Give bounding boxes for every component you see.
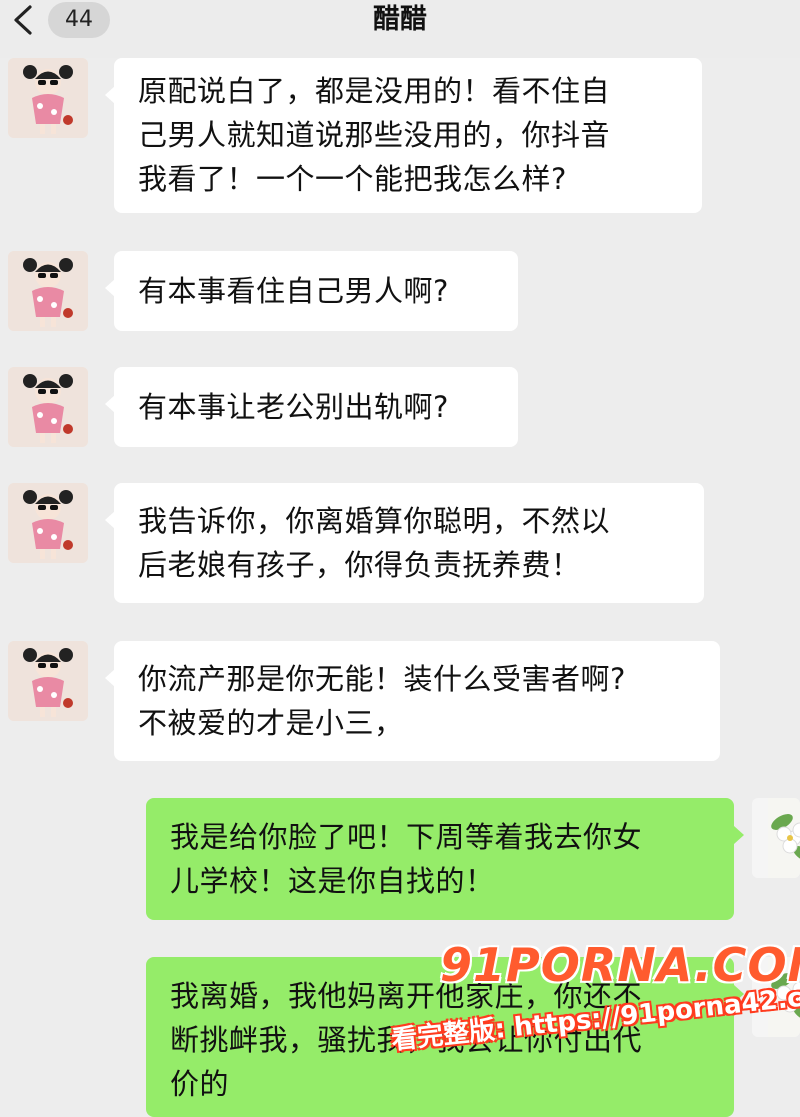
message-line: 价的 [170,1067,230,1101]
message-bubble-outgoing[interactable]: 我是给你脸了吧！下周等着我去你女 儿学校！这是你自找的！ [146,798,744,920]
message-line: 有本事让老公别出轨啊? [138,390,449,424]
contact-avatar[interactable] [8,58,88,138]
cartoon-girl-icon [8,251,88,331]
message-line: 你流产那是你无能！装什么受害者啊? [138,662,626,696]
message-line: 儿学校！这是你自找的！ [170,864,495,898]
message-bubble-incoming[interactable]: 我告诉你，你离婚算你聪明，不然以 后老娘有孩子，你得负责抚养费！ [105,483,704,603]
cartoon-girl-icon [8,641,88,721]
message-bubble-incoming[interactable]: 原配说白了，都是没用的！看不住自 己男人就知道说那些没用的，你抖音 我看了！一个… [105,58,702,213]
contact-avatar[interactable] [8,367,88,447]
message-line: 我看了！一个一个能把我怎么样? [138,162,567,196]
my-avatar[interactable] [752,798,800,878]
message-line: 后老娘有孩子，你得负责抚养费！ [138,548,581,582]
flower-icon [768,957,800,1037]
message-line: 己男人就知道说那些没用的，你抖音 [138,118,611,152]
contact-avatar[interactable] [8,641,88,721]
contact-avatar[interactable] [8,483,88,563]
message-line: 有本事看住自己男人啊? [138,274,449,308]
cartoon-girl-icon [8,483,88,563]
message-line: 我是给你脸了吧！下周等着我去你女 [170,820,643,854]
message-bubble-outgoing[interactable]: 我离婚，我他妈离开他家庄，你还不 断挑衅我，骚扰我，我会让你付出代 价的 [146,957,744,1117]
chat-title: 醋醋 [373,4,427,35]
flower-icon [768,798,800,878]
cartoon-girl-icon [8,367,88,447]
message-bubble-incoming[interactable]: 有本事让老公别出轨啊? [105,367,518,447]
message-line: 原配说白了，都是没用的！看不住自 [138,74,611,108]
my-avatar[interactable] [752,957,800,1037]
message-bubble-incoming[interactable]: 有本事看住自己男人啊? [105,251,518,331]
message-line: 我告诉你，你离婚算你聪明，不然以 [138,504,611,538]
message-line: 我离婚，我他妈离开他家庄，你还不 [170,979,643,1013]
chat-header: 44 醋醋 [0,0,800,58]
message-line: 不被爱的才是小三， [138,706,404,740]
contact-avatar[interactable] [8,251,88,331]
message-line: 断挑衅我，骚扰我，我会让你付出代 [170,1023,643,1057]
cartoon-girl-icon [8,58,88,138]
message-bubble-incoming[interactable]: 你流产那是你无能！装什么受害者啊? 不被爱的才是小三， [105,641,720,761]
